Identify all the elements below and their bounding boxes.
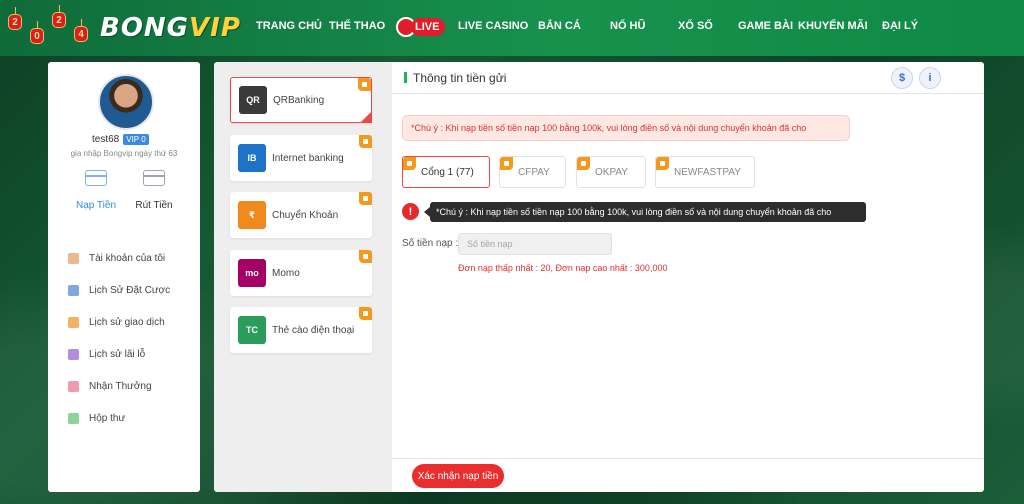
page-title: Thông tin tiền gửi xyxy=(413,71,507,85)
menu-item-mailbox[interactable]: Hộp thư xyxy=(68,413,125,424)
qr-icon: QR xyxy=(239,86,267,114)
info-icon[interactable]: i xyxy=(919,67,941,89)
avatar xyxy=(98,74,154,130)
gate-label: OKPAY xyxy=(595,167,628,178)
profit-loss-icon xyxy=(68,349,79,360)
gate-label: NEWFASTPAY xyxy=(674,167,741,178)
bet-history-icon xyxy=(68,285,79,296)
card-icon xyxy=(85,170,107,186)
nav-sports[interactable]: THỂ THAO xyxy=(329,20,385,32)
method-momo[interactable]: mo Momo xyxy=(230,250,372,296)
reward-icon xyxy=(68,381,79,392)
thumbs-up-icon xyxy=(358,78,371,91)
deposit-label: Nạp Tiền xyxy=(75,200,117,211)
deposit-limits: Đơn nạp thấp nhất : 20, Đơn nạp cao nhất… xyxy=(458,263,668,273)
nav-agent[interactable]: ĐẠI LÝ xyxy=(882,20,918,32)
wallet-icon xyxy=(143,170,165,186)
profile-sidebar: test68 VIP 0 gia nhập Bongvip ngày thứ 6… xyxy=(48,62,200,492)
thumbs-up-icon xyxy=(577,157,590,170)
transaction-icon xyxy=(68,317,79,328)
live-label: LIVE xyxy=(411,18,446,36)
gate-label: Cổng 1 (77) xyxy=(421,167,474,178)
menu-item-label: Lịch sử giao dịch xyxy=(89,317,165,328)
thumbs-up-icon xyxy=(359,250,372,263)
mail-icon xyxy=(68,413,79,424)
nav-card-games[interactable]: GAME BÀI xyxy=(738,20,793,32)
gate-option-cfpay[interactable]: CFPAY xyxy=(499,156,566,188)
thumbs-up-icon xyxy=(500,157,513,170)
account-icon xyxy=(68,253,79,264)
deposit-notice: *Chú ý : Khi nạp tiền số tiền nạp 100 bằ… xyxy=(402,115,850,141)
gate-label: CFPAY xyxy=(518,167,550,178)
selected-check-icon xyxy=(360,111,372,123)
thumbs-up-icon xyxy=(359,135,372,148)
menu-item-account[interactable]: Tài khoản của tôi xyxy=(68,253,165,264)
footer-divider xyxy=(392,458,984,459)
withdraw-button[interactable]: Rút Tiền xyxy=(124,170,184,211)
menu-item-label: Lịch sử lãi lỗ xyxy=(89,349,146,360)
top-header: 2 0 2 4 BONGVIP TRANG CHỦ THỂ THAO LIVE … xyxy=(0,0,1024,56)
method-label: Internet banking xyxy=(272,152,344,164)
transfer-icon: ₹ xyxy=(238,201,266,229)
amount-label: Số tiền nạp : xyxy=(402,238,459,249)
warning-icon[interactable]: ! xyxy=(402,203,419,220)
phone-card-icon: TC xyxy=(238,316,266,344)
method-internet-banking[interactable]: IB Internet banking xyxy=(230,135,372,181)
menu-item-label: Hộp thư xyxy=(89,413,126,424)
warning-tooltip: *Chú ý : Khi nạp tiền số tiền nạp 100 bằ… xyxy=(424,202,866,222)
amount-input[interactable] xyxy=(458,233,612,255)
menu-item-profit-loss[interactable]: Lịch sử lãi lỗ xyxy=(68,349,145,360)
method-label: Chuyển Khoản xyxy=(272,209,339,221)
gate-option-newfastpay[interactable]: NEWFASTPAY xyxy=(655,156,755,188)
menu-item-rewards[interactable]: Nhận Thưởng xyxy=(68,381,152,392)
nav-live[interactable]: LIVE xyxy=(396,17,446,37)
method-label: Thẻ cào điện thoại xyxy=(272,324,355,336)
internet-banking-icon: IB xyxy=(238,144,266,172)
method-label: Momo xyxy=(272,267,300,279)
deposit-button[interactable]: Nạp Tiền xyxy=(66,170,126,211)
nav-slots[interactable]: NỔ HŨ xyxy=(610,20,645,32)
method-label: QRBanking xyxy=(273,94,325,106)
withdraw-label: Rút Tiền xyxy=(135,200,173,211)
momo-icon: mo xyxy=(238,259,266,287)
deposit-header: Thông tin tiền gửi $ i xyxy=(392,62,984,94)
username: test68 xyxy=(92,134,120,145)
nav-fishing[interactable]: BẮN CÁ xyxy=(538,20,581,32)
menu-item-label: Nhận Thưởng xyxy=(89,381,152,392)
method-qrbanking[interactable]: QR QRBanking xyxy=(230,77,372,123)
thumbs-up-icon xyxy=(359,192,372,205)
menu-item-bet-history[interactable]: Lịch Sử Đặt Cược xyxy=(68,285,170,296)
method-bank-transfer[interactable]: ₹ Chuyển Khoản xyxy=(230,192,372,238)
vip-badge: VIP 0 xyxy=(123,134,149,145)
confirm-deposit-button[interactable]: Xác nhận nạp tiền xyxy=(412,464,504,488)
gate-option-1[interactable]: Cổng 1 (77) xyxy=(402,156,490,188)
thumbs-up-icon xyxy=(403,157,416,170)
gate-option-okpay[interactable]: OKPAY xyxy=(576,156,646,188)
menu-item-transactions[interactable]: Lịch sử giao dịch xyxy=(68,317,165,328)
thumbs-up-icon xyxy=(359,307,372,320)
nav-lottery[interactable]: XỔ SỐ xyxy=(678,20,713,32)
join-text: gia nhập Bongvip ngày thứ 63 xyxy=(70,149,178,158)
method-phone-card[interactable]: TC Thẻ cào điện thoại xyxy=(230,307,372,353)
menu-item-label: Lịch Sử Đặt Cược xyxy=(89,285,171,296)
deposit-panel: Thông tin tiền gửi $ i *Chú ý : Khi nạp … xyxy=(392,62,984,492)
nav-home[interactable]: TRANG CHỦ xyxy=(256,20,322,32)
thumbs-up-icon xyxy=(656,157,669,170)
main-nav: TRANG CHỦ THỂ THAO LIVE LIVE CASINO BẮN … xyxy=(0,0,1024,56)
payment-methods-panel: QR QRBanking IB Internet banking ₹ Chuyể… xyxy=(214,62,392,492)
deposit-history-icon[interactable]: $ xyxy=(891,67,913,89)
title-accent-bar xyxy=(404,72,407,83)
nav-promotions[interactable]: KHUYẾN MÃI xyxy=(798,20,868,32)
user-info: test68 VIP 0 xyxy=(92,134,149,145)
menu-item-label: Tài khoản của tôi xyxy=(89,253,166,264)
nav-live-casino[interactable]: LIVE CASINO xyxy=(458,20,528,32)
